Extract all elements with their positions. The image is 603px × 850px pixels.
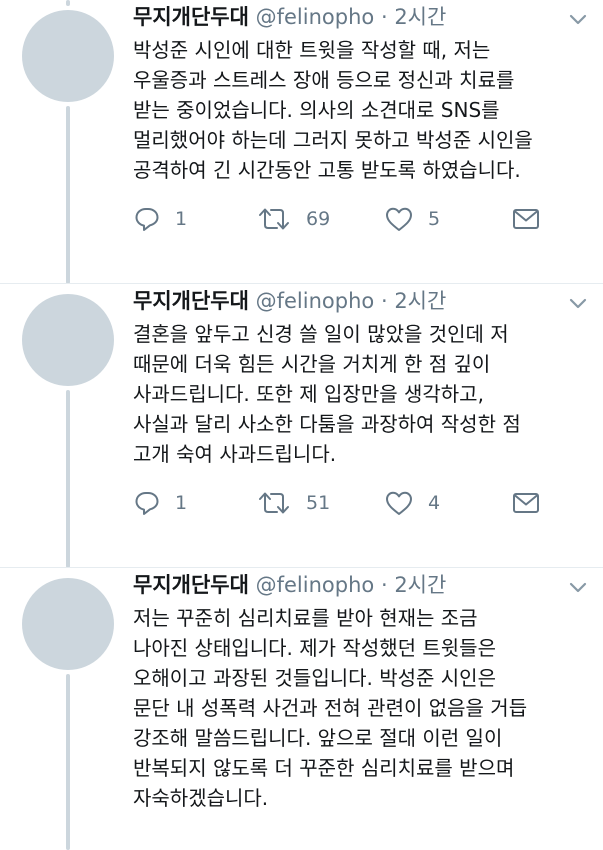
user-handle[interactable]: @felinopho (256, 289, 375, 313)
like-button[interactable]: 4 (384, 486, 440, 520)
retweet-icon (256, 489, 292, 517)
tweet[interactable]: 무지개단두대 @felinopho · 2시간 박성준 시인에 대한 트윗을 작… (0, 0, 603, 275)
heart-icon (384, 205, 414, 233)
tweet-header: 무지개단두대 @felinopho · 2시간 (133, 284, 593, 318)
tweet[interactable]: 무지개단두대 @felinopho · 2시간 저는 꾸준히 심리치료를 받아 … (0, 568, 603, 850)
tweet-text-line: 나아진 상태입니다. 제가 작성했던 트윗들은 (133, 636, 496, 660)
retweet-count: 51 (306, 492, 331, 514)
display-name[interactable]: 무지개단두대 (133, 289, 249, 313)
timestamp[interactable]: 2시간 (394, 573, 446, 597)
heart-icon (384, 489, 414, 517)
tweet-text-line: 받는 중이었습니다. 의사의 소견대로 SNS를 (133, 98, 500, 122)
direct-message-button[interactable] (511, 486, 541, 520)
tweet-text-line: 자숙하겠습니다. (133, 786, 269, 810)
envelope-icon (511, 490, 541, 516)
tweet-text: 저는 꾸준히 심리치료를 받아 현재는 조금 나아진 상태입니다. 제가 작성했… (133, 603, 593, 813)
tweet-text: 결혼을 앞두고 신경 쓸 일이 많았을 것인데 저 때문에 더욱 힘든 시간을 … (133, 319, 593, 469)
timestamp[interactable]: 2시간 (394, 5, 446, 29)
display-name[interactable]: 무지개단두대 (133, 5, 249, 29)
tweet-text-line: 문단 내 성폭력 사건과 전혀 관련이 없음을 거듭 (133, 696, 528, 720)
timestamp[interactable]: 2시간 (394, 289, 446, 313)
separator: · (380, 289, 388, 313)
retweet-icon (256, 205, 292, 233)
tweet-text-line: 오해이고 과장된 것들입니다. 박성준 시인은 (133, 666, 496, 690)
reply-icon (133, 489, 161, 517)
tweet-header: 무지개단두대 @felinopho · 2시간 (133, 0, 593, 34)
tweet-actions: 1 51 4 (133, 486, 593, 520)
tweet-text-line: 사과드립니다. 또한 제 입장만을 생각하고, (133, 382, 484, 406)
tweet-text-line: 우울증과 스트레스 장애 등으로 정신과 치료를 (133, 68, 515, 92)
direct-message-button[interactable] (511, 202, 541, 236)
avatar[interactable] (22, 294, 114, 386)
retweet-count: 69 (306, 208, 331, 230)
tweet-text-line: 멀리했어야 하는데 그러지 못하고 박성준 시인을 (133, 128, 533, 152)
avatar[interactable] (22, 10, 114, 102)
user-handle[interactable]: @felinopho (256, 573, 375, 597)
tweet-text: 박성준 시인에 대한 트윗을 작성할 때, 저는 우울증과 스트레스 장애 등으… (133, 35, 593, 185)
reply-count: 1 (175, 492, 188, 514)
like-button[interactable]: 5 (384, 202, 440, 236)
tweet-text-line: 고개 숙여 사과드립니다. (133, 442, 337, 466)
envelope-icon (511, 206, 541, 232)
tweet[interactable]: 무지개단두대 @felinopho · 2시간 결혼을 앞두고 신경 쓸 일이 … (0, 284, 603, 559)
chevron-down-icon[interactable] (567, 6, 589, 28)
chevron-down-icon[interactable] (567, 290, 589, 312)
tweet-actions: 1 69 5 (133, 202, 593, 236)
user-handle[interactable]: @felinopho (256, 5, 375, 29)
tweet-text-line: 때문에 더욱 힘든 시간을 거치게 한 점 깊이 (133, 352, 491, 376)
reply-button[interactable]: 1 (133, 202, 187, 236)
like-count: 4 (428, 492, 441, 514)
tweet-thread: 무지개단두대 @felinopho · 2시간 박성준 시인에 대한 트윗을 작… (0, 0, 603, 850)
tweet-text-line: 공격하여 긴 시간동안 고통 받도록 하였습니다. (133, 158, 521, 182)
separator: · (380, 5, 388, 29)
display-name[interactable]: 무지개단두대 (133, 573, 249, 597)
tweet-text-line: 강조해 말씀드립니다. 앞으로 절대 이런 일이 (133, 726, 503, 750)
reply-icon (133, 205, 161, 233)
avatar[interactable] (22, 578, 114, 670)
tweet-text-line: 박성준 시인에 대한 트윗을 작성할 때, 저는 (133, 38, 491, 62)
tweet-text-line: 사실과 달리 사소한 다툼을 과장하여 작성한 점 (133, 412, 521, 436)
reply-count: 1 (175, 208, 188, 230)
tweet-text-line: 저는 꾸준히 심리치료를 받아 현재는 조금 (133, 606, 478, 630)
chevron-down-icon[interactable] (567, 574, 589, 596)
reply-button[interactable]: 1 (133, 486, 187, 520)
separator: · (380, 573, 388, 597)
tweet-header: 무지개단두대 @felinopho · 2시간 (133, 568, 593, 602)
retweet-button[interactable]: 69 (256, 202, 330, 236)
like-count: 5 (428, 208, 441, 230)
retweet-button[interactable]: 51 (256, 486, 330, 520)
tweet-text-line: 반복되지 않도록 더 꾸준한 심리치료를 받으며 (133, 756, 515, 780)
tweet-text-line: 결혼을 앞두고 신경 쓸 일이 많았을 것인데 저 (133, 322, 509, 346)
